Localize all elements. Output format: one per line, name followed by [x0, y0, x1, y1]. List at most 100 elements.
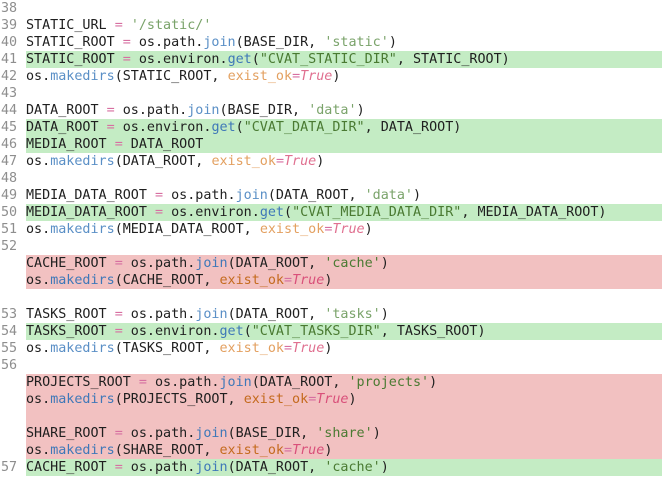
- code-token: os.path.: [122, 307, 196, 322]
- code-token: =: [122, 52, 131, 67]
- added-line[interactable]: 57 CACHE_ROOT = os.path.join(DATA_ROOT, '…: [0, 459, 662, 476]
- code-token: "CVAT_TASKS_DIR": [251, 324, 381, 339]
- code-content: MEDIA_DATA_ROOT = os.path.join(DATA_ROOT…: [26, 187, 662, 204]
- added-line[interactable]: 41 STATIC_ROOT = os.environ.get("CVAT_STA…: [0, 51, 662, 68]
- added-line[interactable]: 45 DATA_ROOT = os.environ.get("CVAT_DATA_…: [0, 119, 662, 136]
- removed-line[interactable]: os.makedirs(SHARE_ROOT, exist_ok=True): [0, 442, 662, 459]
- added-line[interactable]: 50 MEDIA_DATA_ROOT = os.environ.get("CVAT…: [0, 204, 662, 221]
- code-token: makedirs: [50, 341, 115, 356]
- context-line[interactable]: 48: [0, 170, 662, 187]
- code-token: =: [284, 273, 293, 288]
- code-token: join: [195, 426, 228, 441]
- context-line[interactable]: 56: [0, 357, 662, 374]
- context-line[interactable]: 52: [0, 238, 662, 255]
- code-token: ): [332, 69, 341, 84]
- code-token: (SHARE_ROOT,: [114, 443, 220, 458]
- code-token: exist_ok: [219, 341, 285, 356]
- code-token: os.path.: [114, 103, 188, 118]
- code-token: =: [138, 375, 147, 390]
- removed-line[interactable]: os.makedirs(PROJECTS_ROOT, exist_ok=True…: [0, 391, 662, 408]
- code-token: os.: [26, 443, 51, 458]
- code-content: os.makedirs(DATA_ROOT, exist_ok=True): [26, 153, 662, 170]
- code-token: "CVAT_MEDIA_DATA_DIR": [292, 205, 462, 220]
- line-number: [0, 272, 26, 289]
- code-token: get: [259, 205, 284, 220]
- code-token: =: [114, 18, 123, 33]
- code-token: os.: [26, 222, 51, 237]
- removed-line[interactable]: os.makedirs(CACHE_ROOT, exist_ok=True): [0, 272, 662, 289]
- context-line[interactable]: 38: [0, 0, 662, 17]
- code-token: (STATIC_ROOT,: [114, 69, 228, 84]
- code-content: TASKS_ROOT = os.environ.get("CVAT_TASKS_…: [26, 323, 662, 340]
- code-token: os.: [26, 69, 51, 84]
- code-token: True: [292, 273, 325, 288]
- code-content: TASKS_ROOT = os.path.join(DATA_ROOT, 'ta…: [26, 306, 662, 323]
- code-token: ): [348, 392, 357, 407]
- code-token: (CACHE_ROOT,: [114, 273, 220, 288]
- context-line[interactable]: [0, 289, 662, 306]
- removed-line[interactable]: CACHE_ROOT = os.path.join(DATA_ROOT, 'ca…: [0, 255, 662, 272]
- code-content: os.makedirs(SHARE_ROOT, exist_ok=True): [26, 442, 662, 459]
- code-token: =: [155, 188, 164, 203]
- code-token: ): [429, 375, 438, 390]
- code-token: =: [114, 426, 123, 441]
- added-line[interactable]: 46 MEDIA_ROOT = DATA_ROOT: [0, 136, 662, 153]
- code-content: DATA_ROOT = os.path.join(BASE_DIR, 'data…: [26, 102, 662, 119]
- code-token: STATIC_ROOT: [26, 52, 123, 67]
- code-token: makedirs: [50, 222, 115, 237]
- line-number: 45: [0, 119, 26, 136]
- context-line[interactable]: 40 STATIC_ROOT = os.path.join(BASE_DIR, '…: [0, 34, 662, 51]
- line-number: 49: [0, 187, 26, 204]
- code-content: MEDIA_ROOT = DATA_ROOT: [26, 136, 662, 153]
- code-token: join: [235, 188, 268, 203]
- code-token: makedirs: [50, 69, 115, 84]
- removed-line[interactable]: SHARE_ROOT = os.path.join(BASE_DIR, 'sha…: [0, 425, 662, 442]
- line-number: 52: [0, 238, 26, 255]
- context-line[interactable]: 53 TASKS_ROOT = os.path.join(DATA_ROOT, '…: [0, 306, 662, 323]
- line-number: 42: [0, 68, 26, 85]
- code-token: (DATA_ROOT,: [114, 154, 212, 169]
- code-token: =: [284, 341, 293, 356]
- code-token: exist_ok: [259, 222, 325, 237]
- code-token: , MEDIA_DATA_ROOT): [461, 205, 607, 220]
- context-line[interactable]: 44 DATA_ROOT = os.path.join(BASE_DIR, 'da…: [0, 102, 662, 119]
- context-line[interactable]: 43: [0, 85, 662, 102]
- code-token: =: [275, 154, 284, 169]
- code-token: ): [364, 222, 373, 237]
- code-token: 'static': [324, 35, 389, 50]
- code-token: (BASE_DIR,: [235, 35, 325, 50]
- context-line[interactable]: 47 os.makedirs(DATA_ROOT, exist_ok=True): [0, 153, 662, 170]
- line-number: 50: [0, 204, 26, 221]
- code-token: , DATA_ROOT): [364, 120, 462, 135]
- code-token: TASKS_ROOT: [26, 324, 115, 339]
- code-token: 'data': [308, 103, 357, 118]
- diff-view: 38 39 STATIC_URL = '/static/' 40 STATIC_ROOT…: [0, 0, 662, 476]
- context-line[interactable]: 39 STATIC_URL = '/static/': [0, 17, 662, 34]
- context-line[interactable]: 55 os.makedirs(TASKS_ROOT, exist_ok=True): [0, 340, 662, 357]
- added-line[interactable]: 54 TASKS_ROOT = os.environ.get("CVAT_TASK…: [0, 323, 662, 340]
- code-token: (MEDIA_DATA_ROOT,: [114, 222, 260, 237]
- line-number: 48: [0, 170, 26, 187]
- code-token: (: [243, 324, 252, 339]
- context-line[interactable]: 51 os.makedirs(MEDIA_DATA_ROOT, exist_ok=…: [0, 221, 662, 238]
- code-token: os.path.: [122, 256, 196, 271]
- code-token: DATA_ROOT: [26, 103, 107, 118]
- code-token: STATIC_ROOT: [26, 35, 123, 50]
- code-token: =: [122, 35, 131, 50]
- line-number: [0, 425, 26, 442]
- code-token: os.: [26, 341, 51, 356]
- code-token: ): [324, 443, 333, 458]
- code-token: ): [356, 103, 365, 118]
- code-token: exist_ok: [227, 69, 293, 84]
- code-token: =: [292, 69, 301, 84]
- code-token: DATA_ROOT: [26, 120, 107, 135]
- code-token: ): [380, 307, 389, 322]
- removed-line[interactable]: [0, 408, 662, 425]
- code-token: CACHE_ROOT: [26, 256, 115, 271]
- context-line[interactable]: 49 MEDIA_DATA_ROOT = os.path.join(DATA_RO…: [0, 187, 662, 204]
- code-token: os.environ.: [114, 120, 212, 135]
- context-line[interactable]: 42 os.makedirs(STATIC_ROOT, exist_ok=True…: [0, 68, 662, 85]
- code-token: CACHE_ROOT: [26, 460, 115, 475]
- removed-line[interactable]: PROJECTS_ROOT = os.path.join(DATA_ROOT, …: [0, 374, 662, 391]
- line-number: 51: [0, 221, 26, 238]
